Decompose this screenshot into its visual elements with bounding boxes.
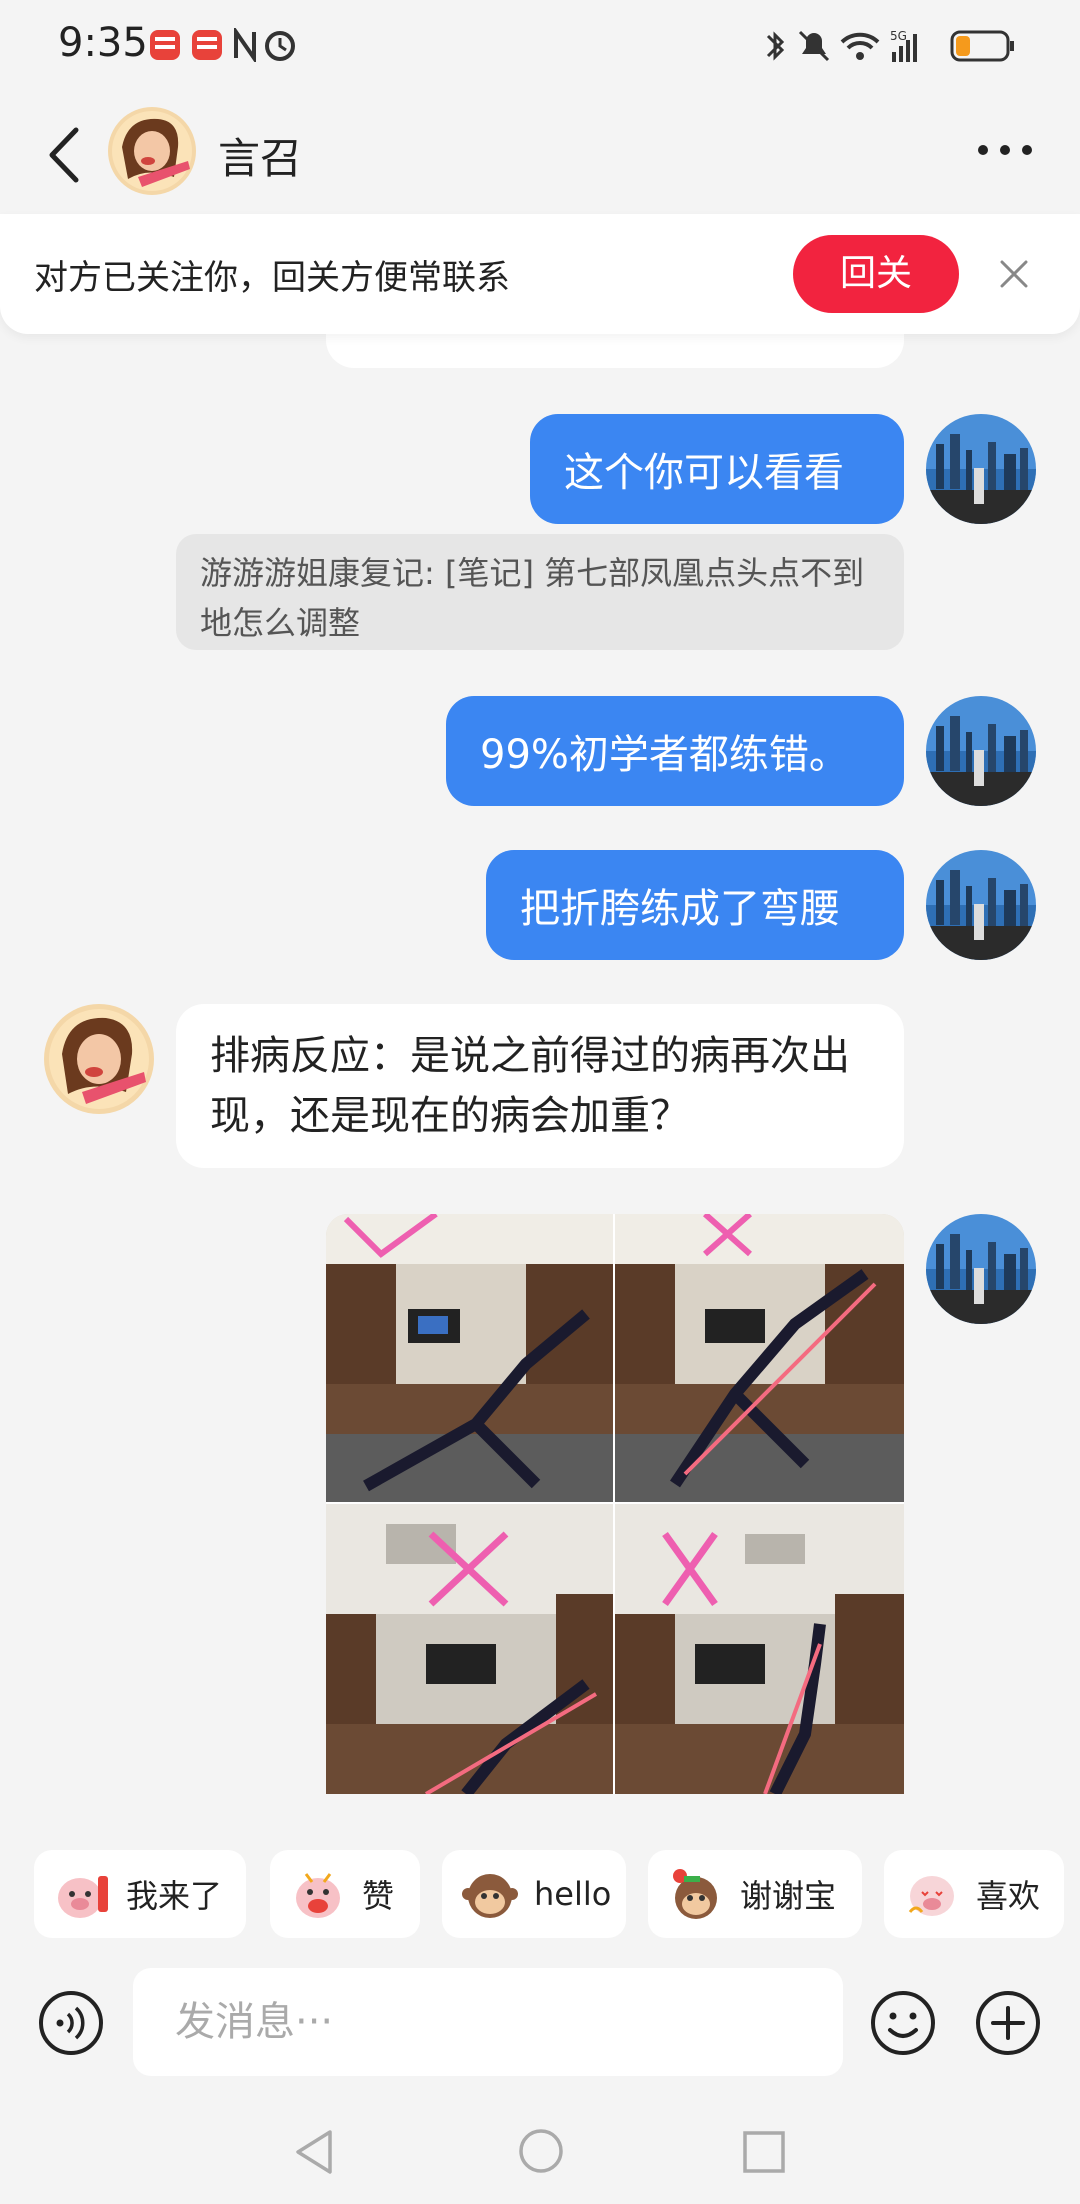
nav-recent-apps-icon[interactable]: [742, 2130, 786, 2174]
nav-home-icon[interactable]: [518, 2128, 564, 2174]
quick-reply-chip[interactable]: 谢谢宝: [648, 1850, 862, 1938]
message-input[interactable]: [133, 1968, 843, 2076]
system-navigation-bar: [0, 2092, 1080, 2204]
status-bar: 9:35 5G: [0, 0, 1080, 90]
system-status-icons: 5G: [766, 29, 1014, 62]
voice-input-icon[interactable]: [38, 1990, 104, 2056]
quick-reply-label: hello: [534, 1875, 612, 1913]
follow-banner-text: 对方已关注你，回关方便常联系: [34, 258, 510, 298]
monkey-sticker-icon: [462, 1874, 518, 1918]
follow-back-banner: 对方已关注你，回关方便常联系 回关: [0, 214, 1080, 334]
quick-reply-label: 喜欢: [976, 1877, 1041, 1915]
quick-reply-chip[interactable]: hello: [442, 1850, 626, 1938]
close-icon[interactable]: [996, 256, 1032, 292]
status-time: 9:35: [58, 20, 148, 66]
my-avatar[interactable]: [926, 850, 1036, 960]
pig-sticker-icon: [58, 1876, 108, 1918]
more-options-icon[interactable]: [975, 140, 1035, 160]
outgoing-message[interactable]: 把折胯练成了弯腰: [486, 850, 904, 960]
follow-back-button[interactable]: 回关: [793, 235, 959, 313]
quick-reply-label: 我来了: [126, 1877, 223, 1915]
pig-sticker-icon: [908, 1876, 954, 1916]
outgoing-message[interactable]: 99%初学者都练错。: [446, 696, 904, 806]
incoming-message[interactable]: 排病反应：是说之前得过的病再次出现，还是现在的病会加重？: [176, 1004, 904, 1168]
notification-icons: [150, 28, 295, 62]
nav-back-icon[interactable]: [292, 2128, 336, 2176]
emoji-icon[interactable]: [870, 1990, 936, 2056]
back-arrow-icon[interactable]: [40, 120, 90, 190]
quick-reply-label: 赞: [362, 1877, 395, 1915]
quick-reply-chip[interactable]: 我来了: [34, 1850, 246, 1938]
image-message[interactable]: [326, 1214, 904, 1794]
message-input-bar: [0, 1952, 1080, 2092]
my-avatar[interactable]: [926, 1214, 1036, 1324]
my-avatar[interactable]: [926, 414, 1036, 524]
svg-text:5G: 5G: [890, 29, 907, 43]
contact-name[interactable]: 言召: [218, 125, 302, 186]
chat-header: 言召: [0, 95, 1080, 213]
monkey-sticker-icon: [673, 1869, 717, 1919]
contact-avatar[interactable]: [44, 1004, 154, 1114]
quick-reply-chip[interactable]: 喜欢: [884, 1850, 1064, 1938]
add-attachment-icon[interactable]: [975, 1990, 1041, 2056]
my-avatar[interactable]: [926, 696, 1036, 806]
quick-reply-bar: 我来了 赞 hello 谢谢宝 喜欢: [0, 1818, 1080, 1952]
pig-sticker-icon: [296, 1873, 340, 1918]
contact-avatar[interactable]: [108, 107, 196, 195]
exercise-photo-grid: [326, 1214, 904, 1794]
quick-reply-chip[interactable]: 赞: [270, 1850, 420, 1938]
shared-note-card[interactable]: 游游游姐康复记: [笔记] 第七部凤凰点头点不到地怎么调整: [176, 534, 904, 650]
quick-reply-label: 谢谢宝: [740, 1877, 837, 1915]
outgoing-message[interactable]: 这个你可以看看: [530, 414, 904, 524]
